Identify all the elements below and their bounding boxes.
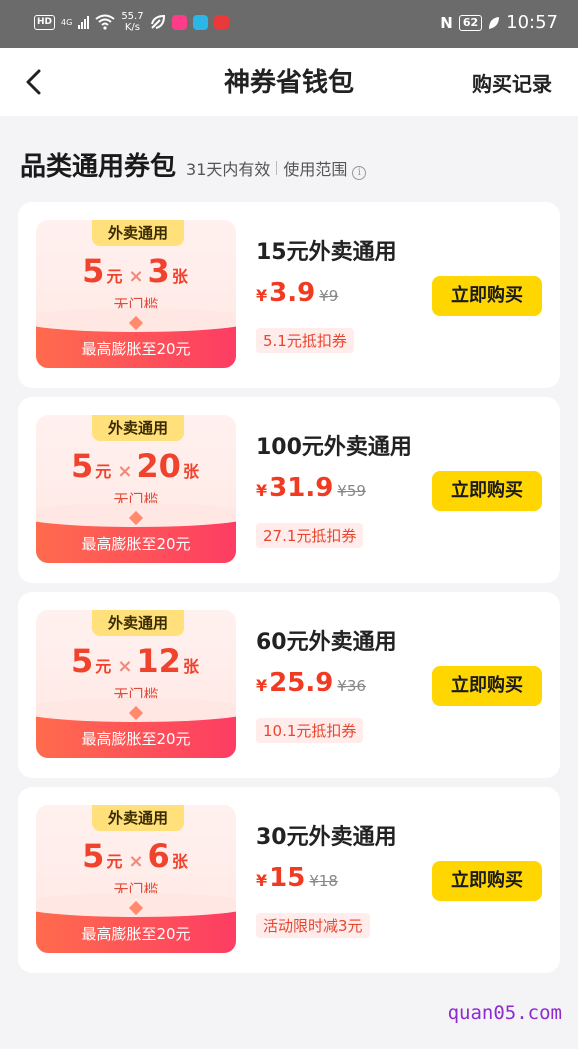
buy-now-button[interactable]: 立即购买 — [432, 471, 542, 511]
price: 25.9 — [269, 668, 334, 698]
price: 31.9 — [269, 473, 334, 503]
usage-scope-link[interactable]: 使用范围 — [283, 156, 347, 180]
coupon-graphic: 外卖通用 5 元 × 3 张 无门槛 最高膨胀至20元 — [36, 220, 236, 368]
buy-now-button[interactable]: 立即购买 — [432, 276, 542, 316]
product-title: 60元外卖通用 — [256, 630, 397, 655]
product-title: 15元外卖通用 — [256, 240, 397, 265]
status-left: HD 4G 55.7 K/s — [34, 11, 229, 33]
coupon-tag: 外卖通用 — [92, 415, 184, 441]
signal-icon — [78, 15, 90, 29]
coupon-tag: 外卖通用 — [92, 805, 184, 831]
purchase-history-link[interactable]: 购买记录 — [472, 68, 552, 97]
product-card[interactable]: 外卖通用 5 元 × 20 张 无门槛 最高膨胀至20元 100元外卖通用 ¥31.9 ¥… — [18, 397, 560, 583]
multiply-sign: × — [128, 851, 144, 872]
coupon-bonus-text: 最高膨胀至20元 — [81, 730, 191, 748]
section-title: 品类通用券包 — [20, 152, 177, 182]
network-speed: 55.7 K/s — [121, 11, 143, 33]
nav-bar: 神券省钱包 购买记录 — [0, 48, 578, 116]
coupon-value: 5 — [71, 642, 94, 680]
wifi-icon — [95, 14, 115, 30]
coupon-count-unit: 张 — [182, 657, 199, 676]
coupon-value: 5 — [71, 447, 94, 485]
feather-app-icon — [150, 14, 165, 29]
coupon-count-unit: 张 — [182, 462, 199, 481]
coupon-value-unit: 元 — [106, 852, 123, 871]
multiply-sign: × — [117, 656, 133, 677]
video-app-icon — [171, 14, 187, 30]
price: 15 — [269, 863, 306, 893]
price: 3.9 — [269, 278, 316, 308]
coupon-value-unit: 元 — [95, 462, 112, 481]
battery-indicator: 62 — [458, 14, 483, 31]
price-row: ¥3.9 ¥9 — [256, 278, 338, 308]
status-bar: HD 4G 55.7 K/s N 62 10:57 — [0, 0, 578, 48]
coupon-graphic: 外卖通用 5 元 × 6 张 无门槛 最高膨胀至20元 — [36, 805, 236, 953]
original-price: ¥18 — [309, 872, 338, 890]
currency-symbol: ¥ — [256, 871, 268, 890]
coupon-bonus-text: 最高膨胀至20元 — [81, 925, 191, 943]
multiply-sign: × — [117, 461, 133, 482]
product-title: 100元外卖通用 — [256, 435, 412, 460]
coupon-value-unit: 元 — [106, 267, 123, 286]
leaf-icon — [489, 16, 500, 29]
coupon-value: 5 — [82, 837, 105, 875]
original-price: ¥36 — [337, 677, 366, 695]
reader-app-icon — [192, 14, 208, 30]
deal-badge: 活动限时减3元 — [256, 913, 370, 938]
status-right: N 62 10:57 — [440, 12, 558, 33]
info-icon[interactable]: i — [352, 166, 367, 180]
watermark: quan05.com — [447, 1002, 562, 1024]
coupon-amount: 5 元 × 6 张 — [36, 837, 236, 875]
coupon-graphic: 外卖通用 5 元 × 12 张 无门槛 最高膨胀至20元 — [36, 610, 236, 758]
coupon-count: 20 — [136, 447, 181, 485]
multiply-sign: × — [128, 266, 144, 287]
coupon-bonus-text: 最高膨胀至20元 — [81, 535, 191, 553]
price-row: ¥15 ¥18 — [256, 863, 338, 893]
speed-unit: K/s — [124, 22, 141, 33]
currency-symbol: ¥ — [256, 481, 268, 500]
coupon-tag: 外卖通用 — [92, 220, 184, 246]
currency-symbol: ¥ — [256, 676, 268, 695]
coupon-value-unit: 元 — [95, 657, 112, 676]
coupon-count: 12 — [136, 642, 181, 680]
coupon-bonus-text: 最高膨胀至20元 — [81, 340, 191, 358]
product-card[interactable]: 外卖通用 5 元 × 12 张 无门槛 最高膨胀至20元 60元外卖通用 ¥25.9 ¥3… — [18, 592, 560, 778]
nfc-icon: N — [440, 13, 453, 32]
network-type: 4G — [61, 17, 73, 27]
coupon-graphic: 外卖通用 5 元 × 20 张 无门槛 最高膨胀至20元 — [36, 415, 236, 563]
divider — [276, 161, 278, 175]
coupon-count-unit: 张 — [171, 267, 188, 286]
section-header: 品类通用券包 31天内有效 使用范围 i — [20, 146, 367, 183]
speed-value: 55.7 — [121, 11, 144, 22]
coupon-tag: 外卖通用 — [92, 610, 184, 636]
deal-badge: 5.1元抵扣券 — [256, 328, 354, 353]
coupon-count-unit: 张 — [171, 852, 188, 871]
coupon-amount: 5 元 × 12 张 — [36, 642, 236, 680]
currency-symbol: ¥ — [256, 286, 268, 305]
product-card[interactable]: 外卖通用 5 元 × 6 张 无门槛 最高膨胀至20元 30元外卖通用 ¥15 ¥18 活… — [18, 787, 560, 973]
validity-text: 31天内有效 — [186, 160, 271, 179]
coupon-amount: 5 元 × 20 张 — [36, 447, 236, 485]
product-card[interactable]: 外卖通用 5 元 × 3 张 无门槛 最高膨胀至20元 15元外卖通用 ¥3.9 ¥9 5… — [18, 202, 560, 388]
coupon-count: 6 — [147, 837, 170, 875]
original-price: ¥9 — [319, 287, 339, 305]
price-row: ¥25.9 ¥36 — [256, 668, 366, 698]
clock: 10:57 — [506, 12, 558, 33]
buy-now-button[interactable]: 立即购买 — [432, 861, 542, 901]
original-price: ¥59 — [337, 482, 366, 500]
buy-now-button[interactable]: 立即购买 — [432, 666, 542, 706]
coupon-value: 5 — [82, 252, 105, 290]
coupon-amount: 5 元 × 3 张 — [36, 252, 236, 290]
coupon-count: 3 — [147, 252, 170, 290]
price-row: ¥31.9 ¥59 — [256, 473, 366, 503]
hd-indicator: HD — [34, 14, 56, 30]
deal-badge: 10.1元抵扣券 — [256, 718, 364, 743]
huawei-app-icon — [213, 14, 229, 30]
product-title: 30元外卖通用 — [256, 825, 397, 850]
deal-badge: 27.1元抵扣券 — [256, 523, 364, 548]
